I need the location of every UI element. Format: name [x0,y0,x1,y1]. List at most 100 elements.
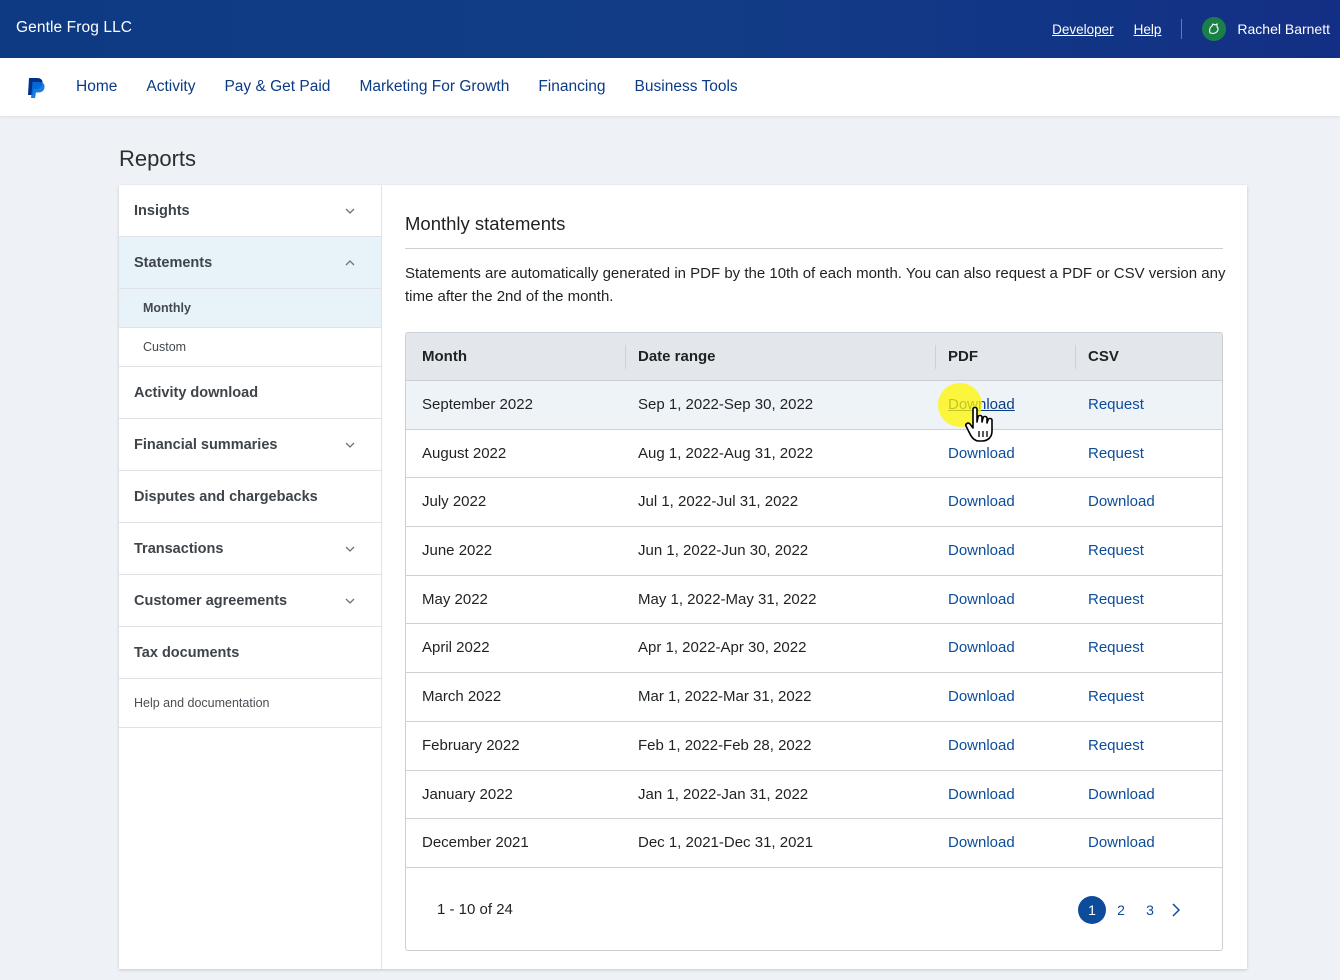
chevron-down-icon [344,205,356,217]
table-row: December 2021 Dec 1, 2021-Dec 31, 2021 Dow… [406,819,1222,868]
sidebar-item-label: Statements [134,254,213,271]
page-1-button[interactable]: 1 [1078,895,1106,924]
pdf-download-link[interactable]: Download [948,786,1015,803]
column-header-date-range: Date range [638,348,716,365]
chevron-right-icon [1172,903,1180,917]
organization-name: Gentle Frog LLC [16,19,133,36]
date-range-cell: Jan 1, 2022-Jan 31, 2022 [638,785,809,803]
month-cell: February 2022 [422,736,520,754]
csv-request-link[interactable]: Request [1088,542,1144,559]
nav-marketing-for-growth[interactable]: Marketing For Growth [359,78,509,96]
column-header-pdf: PDF [948,348,978,365]
sidebar-item-customer-agreements[interactable]: Customer agreements [119,575,381,627]
pdf-download-link[interactable]: Download [948,834,1015,851]
page-3-button[interactable]: 3 [1136,896,1164,924]
sidebar-item-label: Transactions [134,540,224,557]
pdf-download-link[interactable]: Download [948,688,1015,705]
csv-download-link[interactable]: Download [1088,834,1155,851]
table-row: January 2022 Jan 1, 2022-Jan 31, 2022 Down… [406,771,1222,820]
table-body: September 2022 Sep 1, 2022-Sep 30, 2022 Do… [406,381,1222,868]
sidebar-item-insights[interactable]: Insights [119,185,381,237]
month-cell: May 2022 [422,590,488,608]
sidebar-item-activity-download[interactable]: Activity download [119,367,381,419]
pdf-download-link[interactable]: Download [948,737,1015,754]
csv-download-link[interactable]: Download [1088,493,1155,510]
sidebar-subitem-custom[interactable]: Custom [119,328,381,367]
column-divider [1075,345,1076,369]
nav-pay-and-get-paid[interactable]: Pay & Get Paid [224,78,330,96]
month-cell: July 2022 [422,493,487,511]
table-row: August 2022 Aug 1, 2022-Aug 31, 2022 Downl… [406,430,1222,479]
month-cell: December 2021 [422,834,529,852]
date-range-cell: Dec 1, 2021-Dec 31, 2021 [638,834,814,852]
table-row: May 2022 May 1, 2022-May 31, 2022 Download… [406,576,1222,625]
sidebar-item-label: Customer agreements [134,592,288,609]
pdf-download-link[interactable]: Download [948,493,1015,510]
date-range-cell: Apr 1, 2022-Apr 30, 2022 [638,639,807,657]
date-range-cell: Mar 1, 2022-Mar 31, 2022 [638,688,812,706]
developer-link[interactable]: Developer [1052,22,1114,37]
table-row: September 2022 Sep 1, 2022-Sep 30, 2022 Do… [406,381,1222,430]
date-range-cell: Jun 1, 2022-Jun 30, 2022 [638,542,809,560]
sidebar-item-tax-documents[interactable]: Tax documents [119,627,381,679]
month-cell: January 2022 [422,785,513,803]
sidebar-item-transactions[interactable]: Transactions [119,523,381,575]
statements-table: Month Date range PDF CSV September 2022 S… [405,332,1223,951]
chevron-down-icon [344,543,356,555]
sidebar-item-disputes-and-chargebacks[interactable]: Disputes and chargebacks [119,471,381,523]
pdf-download-link[interactable]: Download [948,445,1015,462]
help-link[interactable]: Help [1134,22,1162,37]
csv-request-link[interactable]: Request [1088,688,1144,705]
date-range-cell: Feb 1, 2022-Feb 28, 2022 [638,736,812,754]
section-heading: Monthly statements [405,213,566,234]
chevron-up-icon [344,257,356,269]
divider [1181,19,1183,39]
date-range-cell: Jul 1, 2022-Jul 31, 2022 [638,493,799,511]
sidebar-subitem-monthly[interactable]: Monthly [119,289,381,328]
paypal-logo-icon[interactable] [25,77,47,99]
table-row: April 2022 Apr 1, 2022-Apr 30, 2022 Downlo… [406,624,1222,674]
chevron-down-icon [344,595,356,607]
chevron-down-icon [344,439,356,451]
pagination: 1 2 3 [1077,895,1188,924]
csv-request-link[interactable]: Request [1088,639,1144,656]
pdf-download-link[interactable]: Download [948,639,1015,656]
sidebar-item-label: Activity download [134,384,259,401]
page-2-button[interactable]: 2 [1107,896,1135,924]
sidebar-item-statements[interactable]: Statements [119,237,381,289]
next-page-button[interactable] [1164,896,1188,924]
sidebar-item-financial-summaries[interactable]: Financial summaries [119,419,381,471]
month-cell: March 2022 [422,688,502,706]
sidebar-item-label: Tax documents [134,644,240,661]
nav-activity[interactable]: Activity [146,78,195,96]
month-cell: June 2022 [422,542,493,560]
nav-financing[interactable]: Financing [538,78,605,96]
column-divider [935,345,936,369]
table-header: Month Date range PDF CSV [406,333,1222,381]
table-row: July 2022 Jul 1, 2022-Jul 31, 2022 Downloa… [406,478,1222,528]
column-divider [625,345,626,369]
csv-download-link[interactable]: Download [1088,786,1155,803]
avatar[interactable] [1202,17,1227,41]
month-cell: September 2022 [422,396,533,413]
nav-home[interactable]: Home [76,78,117,96]
csv-request-link[interactable]: Request [1088,591,1144,608]
pagination-summary: 1 - 10 of 24 [437,900,513,918]
table-row: June 2022 Jun 1, 2022-Jun 30, 2022 Downloa… [406,527,1222,576]
date-range-cell: Aug 1, 2022-Aug 31, 2022 [638,444,814,462]
sidebar-help-and-documentation[interactable]: Help and documentation [119,679,381,728]
pdf-download-link[interactable]: Download [948,542,1015,559]
page-title: Reports [119,146,197,171]
user-name[interactable]: Rachel Barnett [1237,21,1330,37]
pdf-download-link[interactable]: Download [948,396,1015,413]
month-cell: August 2022 [422,444,507,462]
reports-sidebar: Insights Statements Monthly Custom Activ… [119,185,382,969]
csv-request-link[interactable]: Request [1088,396,1144,413]
top-bar-right: Developer Help Rachel Barnett [1032,0,1330,58]
pdf-download-link[interactable]: Download [948,591,1015,608]
divider [405,248,1223,249]
csv-request-link[interactable]: Request [1088,445,1144,462]
csv-request-link[interactable]: Request [1088,737,1144,754]
table-footer: 1 - 10 of 24 1 2 3 [406,868,1222,950]
nav-business-tools[interactable]: Business Tools [635,78,738,96]
